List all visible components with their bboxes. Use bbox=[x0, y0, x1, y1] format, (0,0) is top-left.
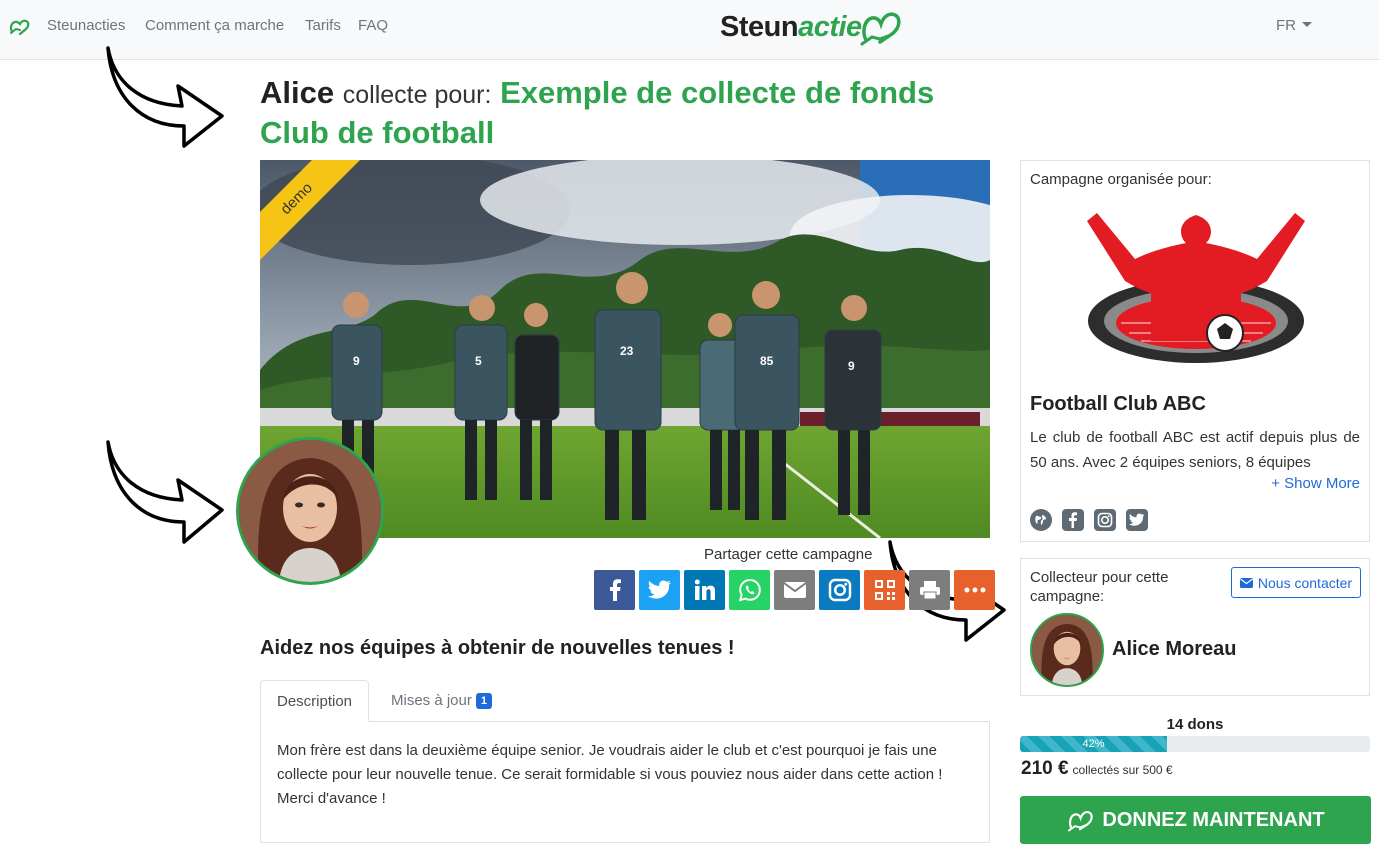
twitter-icon bbox=[647, 580, 671, 599]
share-instagram-button[interactable] bbox=[819, 570, 860, 610]
share-more-button[interactable] bbox=[954, 570, 995, 610]
heart-hand-icon bbox=[1068, 811, 1094, 832]
facebook-icon bbox=[609, 579, 621, 601]
demo-ribbon: demo bbox=[260, 160, 360, 260]
collects-for-text: collecte pour: bbox=[342, 81, 492, 109]
share-facebook-button[interactable] bbox=[594, 570, 635, 610]
svg-text:23: 23 bbox=[620, 344, 634, 358]
share-linkedin-button[interactable] bbox=[684, 570, 725, 610]
instagram-icon-glyph bbox=[1097, 512, 1113, 528]
organization-name: Football Club ABC bbox=[1030, 393, 1206, 415]
arrow-annotation-icon bbox=[106, 440, 224, 544]
facebook-icon-glyph bbox=[1069, 512, 1077, 528]
share-twitter-button[interactable] bbox=[639, 570, 680, 610]
campaign-headline: Aidez nos équipes à obtenir de nouvelles… bbox=[260, 637, 735, 659]
share-label: Partager cette campagne bbox=[704, 546, 873, 563]
collector-photo bbox=[1032, 615, 1102, 685]
nav-faq[interactable]: FAQ bbox=[358, 17, 388, 34]
brand-text-steun: Steun bbox=[720, 10, 799, 43]
share-buttons bbox=[594, 570, 995, 610]
arrow-annotation-icon bbox=[106, 46, 224, 148]
brand-logo[interactable]: Steun actie bbox=[720, 6, 902, 48]
language-dropdown[interactable]: FR bbox=[1276, 17, 1312, 34]
print-icon bbox=[919, 581, 940, 600]
demo-ribbon-label: demo bbox=[260, 160, 360, 260]
svg-text:5: 5 bbox=[475, 354, 482, 368]
heart-hand-icon bbox=[860, 12, 901, 46]
description-panel: Mon frère est dans la deuxième équipe se… bbox=[260, 721, 990, 843]
contact-button[interactable]: Nous contacter bbox=[1231, 567, 1361, 598]
share-email-button[interactable] bbox=[774, 570, 815, 610]
amount-raised-suffix: collectés sur 500 € bbox=[1072, 763, 1173, 777]
donate-now-label: DONNEZ MAINTENANT bbox=[1102, 808, 1325, 831]
collector-card: Collecteur pour cette campagne: Nous con… bbox=[1020, 558, 1370, 696]
nav-steunacties[interactable]: Steunacties bbox=[47, 17, 125, 34]
twitter-icon-glyph bbox=[1129, 513, 1145, 526]
tab-updates-label: Mises à jour bbox=[391, 692, 472, 709]
svg-text:9: 9 bbox=[353, 354, 360, 368]
email-icon bbox=[782, 582, 807, 598]
organizer-avatar[interactable] bbox=[236, 437, 384, 585]
envelope-icon bbox=[1239, 577, 1253, 588]
share-qr-button[interactable] bbox=[864, 570, 905, 610]
twitter-icon[interactable] bbox=[1126, 509, 1148, 531]
linkedin-icon bbox=[694, 579, 715, 600]
progress-fill: 42% bbox=[1020, 736, 1167, 752]
brand-text-actie: actie bbox=[798, 10, 862, 43]
nav-tarifs[interactable]: Tarifs bbox=[305, 17, 341, 34]
globe-icon[interactable] bbox=[1030, 509, 1052, 531]
progress-bar: 42% bbox=[1020, 736, 1370, 752]
svg-text:9: 9 bbox=[848, 359, 855, 373]
donations-count: 14 dons bbox=[1166, 716, 1224, 733]
description-text: Mon frère est dans la deuxième équipe se… bbox=[277, 742, 943, 807]
globe-icon-glyph bbox=[1035, 515, 1046, 525]
instagram-icon[interactable] bbox=[1094, 509, 1116, 531]
language-label: FR bbox=[1276, 17, 1296, 34]
collector-avatar[interactable] bbox=[1030, 613, 1104, 687]
club-logo[interactable] bbox=[1081, 201, 1311, 371]
organization-card: Campagne organisée pour: Football Club A… bbox=[1020, 160, 1370, 542]
organization-label: Campagne organisée pour: bbox=[1030, 171, 1212, 188]
donate-now-button[interactable]: DONNEZ MAINTENANT bbox=[1020, 796, 1371, 844]
tab-description[interactable]: Description bbox=[260, 680, 370, 722]
campaign-title: Alice collecte pour: Exemple de collecte… bbox=[260, 74, 960, 152]
organizer-photo bbox=[239, 440, 381, 582]
chevron-down-icon bbox=[1302, 22, 1312, 27]
heart-hand-icon[interactable] bbox=[8, 14, 32, 38]
facebook-icon[interactable] bbox=[1062, 509, 1084, 531]
whatsapp-icon bbox=[738, 578, 761, 602]
organizer-name: Alice bbox=[260, 75, 335, 110]
more-icon bbox=[964, 587, 985, 593]
collector-name: Alice Moreau bbox=[1112, 638, 1237, 660]
nav-comment-ca-marche[interactable]: Comment ça marche bbox=[145, 17, 284, 34]
instagram-icon bbox=[828, 578, 851, 602]
qr-code-icon bbox=[874, 580, 895, 600]
share-whatsapp-button[interactable] bbox=[729, 570, 770, 610]
contact-button-label: Nous contacter bbox=[1257, 574, 1353, 591]
tab-updates[interactable]: Mises à jour 1 bbox=[375, 680, 508, 722]
share-print-button[interactable] bbox=[909, 570, 950, 610]
organization-socials bbox=[1030, 509, 1148, 531]
amount-raised-value: 210 € bbox=[1021, 758, 1069, 779]
svg-text:85: 85 bbox=[760, 354, 774, 368]
campaign-tabs: Description Mises à jour 1 bbox=[260, 680, 990, 722]
organization-description: Le club de football ABC est actif depuis… bbox=[1030, 429, 1360, 471]
updates-count-badge: 1 bbox=[475, 693, 492, 709]
show-more-link[interactable]: + Show More bbox=[1271, 475, 1360, 492]
collector-label: Collecteur pour cette campagne: bbox=[1030, 569, 1169, 605]
amount-raised: 210 € collectés sur 500 € bbox=[1021, 758, 1173, 780]
